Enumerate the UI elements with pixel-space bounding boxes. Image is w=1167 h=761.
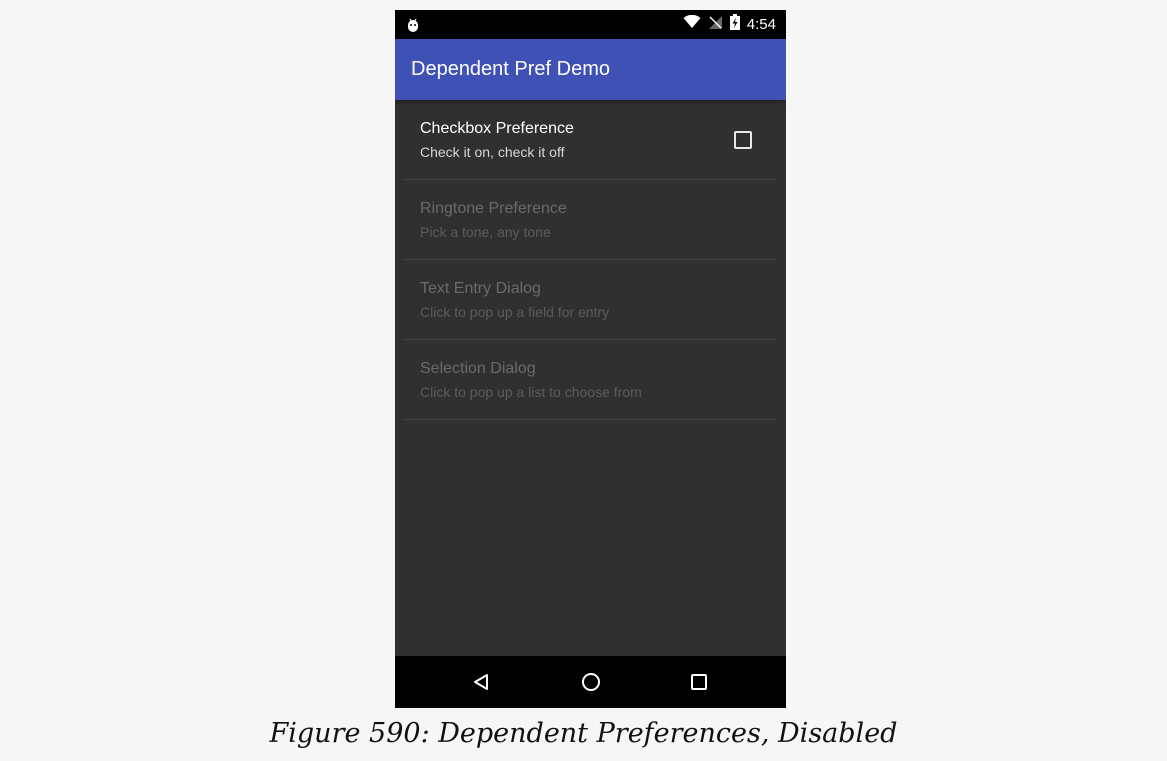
- pref-title: Ringtone Preference: [420, 200, 567, 217]
- preference-list: Checkbox Preference Check it on, check i…: [395, 100, 786, 420]
- app-bar: Dependent Pref Demo: [395, 39, 786, 100]
- pref-text-entry: Text Entry Dialog Click to pop up a fiel…: [404, 260, 777, 340]
- signal-off-icon: [708, 15, 723, 35]
- pref-summary: Click to pop up a list to choose from: [420, 384, 642, 400]
- pref-title: Checkbox Preference: [420, 120, 574, 137]
- pref-title: Selection Dialog: [420, 360, 536, 377]
- figure-caption: Figure 590: Dependent Preferences, Disab…: [269, 718, 898, 749]
- status-time: 4:54: [746, 16, 776, 33]
- status-bar: 4:54: [395, 10, 786, 39]
- pref-summary: Check it on, check it off: [420, 144, 565, 160]
- battery-charging-icon: [729, 14, 740, 35]
- pref-ringtone: Ringtone Preference Pick a tone, any ton…: [404, 180, 777, 260]
- home-icon[interactable]: [576, 667, 606, 697]
- checkbox[interactable]: [734, 131, 752, 149]
- pref-title: Text Entry Dialog: [420, 280, 541, 297]
- status-icons: 4:54: [683, 10, 776, 39]
- pref-summary: Pick a tone, any tone: [420, 224, 551, 240]
- wifi-icon: [683, 14, 701, 34]
- pref-checkbox[interactable]: Checkbox Preference Check it on, check i…: [404, 100, 777, 180]
- page: 4:54 Dependent Pref Demo Checkbox Prefer…: [0, 0, 1167, 761]
- pref-selection: Selection Dialog Click to pop up a list …: [404, 340, 777, 420]
- recents-icon[interactable]: [684, 667, 714, 697]
- phone-screen: 4:54 Dependent Pref Demo Checkbox Prefer…: [395, 10, 786, 708]
- back-icon[interactable]: [466, 667, 496, 697]
- app-title: Dependent Pref Demo: [411, 58, 611, 80]
- pref-summary: Click to pop up a field for entry: [420, 304, 610, 320]
- navigation-bar: [395, 656, 786, 708]
- android-debug-icon: [405, 16, 421, 32]
